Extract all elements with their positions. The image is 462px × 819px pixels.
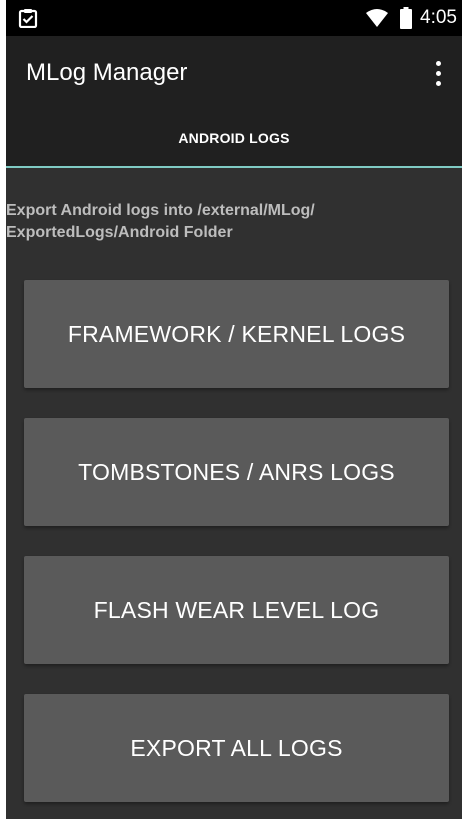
battery-icon	[400, 7, 412, 29]
menu-dot	[436, 61, 441, 66]
overflow-menu-icon[interactable]	[426, 58, 450, 90]
export-description: Export Android logs into /external/MLog/…	[6, 200, 456, 244]
wifi-icon	[366, 9, 388, 27]
description-line: ExportedLogs/Android Folder	[6, 224, 233, 241]
tab-indicator	[6, 166, 462, 168]
clipboard-check-icon	[18, 8, 38, 29]
tab-android-logs[interactable]: ANDROID LOGS	[6, 120, 462, 166]
tombstones-anrs-logs-button[interactable]: TOMBSTONES / ANRS LOGS	[24, 418, 449, 526]
status-time: 4:05	[420, 7, 457, 28]
tab-label: ANDROID LOGS	[178, 130, 290, 146]
app-bar: MLog Manager ANDROID LOGS	[6, 36, 462, 168]
flash-wear-level-log-button[interactable]: FLASH WEAR LEVEL LOG	[24, 556, 449, 664]
export-all-logs-button[interactable]: EXPORT ALL LOGS	[24, 694, 449, 802]
status-bar: 4:05	[6, 0, 462, 36]
menu-dot	[436, 81, 441, 86]
app-title: MLog Manager	[26, 59, 188, 86]
description-line: Export Android logs into /external/MLog/	[6, 202, 315, 219]
app-screen: 4:05 MLog Manager ANDROID LOGS Export An…	[6, 0, 462, 819]
framework-kernel-logs-button[interactable]: FRAMEWORK / KERNEL LOGS	[24, 280, 449, 388]
menu-dot	[436, 71, 441, 76]
